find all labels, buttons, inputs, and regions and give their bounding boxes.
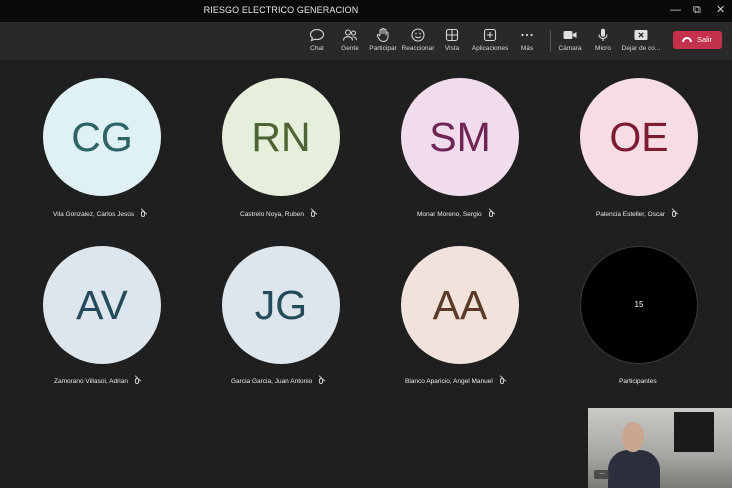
participant-name-text: Blanco Aparicio, Angel Manuel bbox=[405, 378, 493, 385]
avatar-initials: RN bbox=[251, 114, 311, 160]
participant-name: Palencia Esteller, Oscar bbox=[596, 211, 677, 218]
mic-muted-icon bbox=[672, 211, 677, 217]
grid-view-icon bbox=[445, 28, 459, 42]
avatar-initials: SM bbox=[429, 114, 491, 160]
view-label: Vista bbox=[444, 45, 460, 52]
participant-name: Monar Moreno, Sergio bbox=[417, 211, 493, 218]
raise-hand-label: Participar bbox=[369, 45, 397, 52]
mic-muted-icon bbox=[134, 378, 139, 384]
leave-button[interactable]: Salir bbox=[673, 31, 722, 49]
camera-label: Cámara bbox=[558, 45, 582, 52]
mic-muted-icon bbox=[488, 211, 493, 217]
people-label: Gente bbox=[341, 45, 359, 52]
stop-sharing-label: Dejar de co... bbox=[621, 45, 661, 52]
react-button[interactable]: Reaccionar bbox=[401, 22, 435, 60]
person-body bbox=[608, 450, 660, 488]
person-head bbox=[622, 422, 644, 452]
hang-up-icon bbox=[682, 37, 692, 42]
participant-name: Garcia Garcia, Juan Antonio bbox=[231, 378, 324, 385]
stop-sharing-button[interactable]: Dejar de co... bbox=[620, 22, 662, 60]
participant-name: Vila Gonzalez, Carlos Jesús bbox=[53, 211, 146, 218]
participant-avatar[interactable]: OE bbox=[580, 78, 698, 196]
participant-avatar[interactable]: SM bbox=[401, 78, 519, 196]
chat-label: Chat bbox=[310, 45, 324, 52]
add-app-icon bbox=[483, 28, 497, 42]
participant-avatar[interactable]: RN bbox=[222, 78, 340, 196]
overflow-count: 15 bbox=[634, 300, 644, 309]
avatar-initials: AV bbox=[76, 282, 128, 328]
microphone-icon bbox=[598, 28, 608, 41]
participant-name-text: Zamorano Villasol, Adrian bbox=[54, 378, 128, 385]
mic-muted-icon bbox=[499, 378, 504, 384]
avatar-initials: AA bbox=[432, 282, 488, 328]
participant-name: Zamorano Villasol, Adrian bbox=[54, 378, 139, 385]
people-button[interactable]: Gente bbox=[337, 22, 363, 60]
apps-button[interactable]: Aplicaciones bbox=[471, 22, 509, 60]
participant-avatar[interactable]: CG bbox=[43, 78, 161, 196]
react-label: Reaccionar bbox=[401, 45, 435, 52]
stop-share-icon bbox=[634, 30, 648, 40]
leave-label: Salir bbox=[697, 35, 713, 44]
more-button[interactable]: Más bbox=[517, 22, 537, 60]
hand-icon bbox=[376, 28, 389, 42]
chat-button[interactable]: Chat bbox=[305, 22, 329, 60]
view-button[interactable]: Vista bbox=[441, 22, 463, 60]
meeting-toolbar: Chat Gente Participar Reaccionar Vista A… bbox=[0, 22, 732, 60]
avatar-initials: CG bbox=[71, 114, 133, 160]
participant-name-text: Palencia Esteller, Oscar bbox=[596, 211, 666, 218]
avatar-initials: JG bbox=[254, 282, 308, 328]
more-label: Más bbox=[520, 45, 534, 52]
overflow-participants-tile[interactable]: 15 bbox=[580, 246, 698, 364]
avatar-initials: OE bbox=[609, 114, 669, 160]
toolbar-divider bbox=[550, 30, 551, 52]
meeting-title: RIESGO ELECTRICO GENERACION bbox=[203, 5, 359, 15]
mic-label: Micro bbox=[595, 45, 611, 52]
more-dots-icon bbox=[521, 33, 533, 37]
apps-label: Aplicaciones bbox=[471, 45, 509, 52]
participant-avatar[interactable]: AV bbox=[43, 246, 161, 364]
minimize-button[interactable]: — bbox=[670, 4, 681, 16]
mic-muted-icon bbox=[310, 211, 315, 217]
self-view-video[interactable]: ... bbox=[588, 408, 732, 488]
mic-button[interactable]: Micro bbox=[592, 22, 614, 60]
camera-button[interactable]: Cámara bbox=[557, 22, 583, 60]
background-monitor bbox=[674, 412, 714, 452]
participant-name: Castrelo Noya, Ruben bbox=[240, 211, 315, 218]
participant-name-text: Castrelo Noya, Ruben bbox=[240, 211, 304, 218]
people-icon bbox=[342, 29, 358, 41]
participant-name-text: Vila Gonzalez, Carlos Jesús bbox=[53, 211, 135, 218]
raise-hand-button[interactable]: Participar bbox=[368, 22, 398, 60]
participant-avatar[interactable]: JG bbox=[222, 246, 340, 364]
participant-name: Blanco Aparicio, Angel Manuel bbox=[405, 378, 504, 385]
mic-muted-icon bbox=[141, 211, 146, 217]
chat-icon bbox=[309, 28, 325, 42]
mic-muted-icon bbox=[319, 378, 324, 384]
participant-name-text: Monar Moreno, Sergio bbox=[417, 211, 482, 218]
participant-name-text: Garcia Garcia, Juan Antonio bbox=[231, 378, 313, 385]
camera-icon bbox=[563, 31, 577, 39]
overflow-label: Participantes bbox=[619, 378, 657, 385]
self-view-more-button[interactable]: ... bbox=[594, 469, 610, 479]
smiley-icon bbox=[411, 28, 425, 42]
title-bar: RIESGO ELECTRICO GENERACION — ⧉ ✕ bbox=[0, 0, 732, 22]
close-window-button[interactable]: ✕ bbox=[716, 4, 725, 16]
maximize-button[interactable]: ⧉ bbox=[693, 4, 701, 16]
participant-avatar[interactable]: AA bbox=[401, 246, 519, 364]
